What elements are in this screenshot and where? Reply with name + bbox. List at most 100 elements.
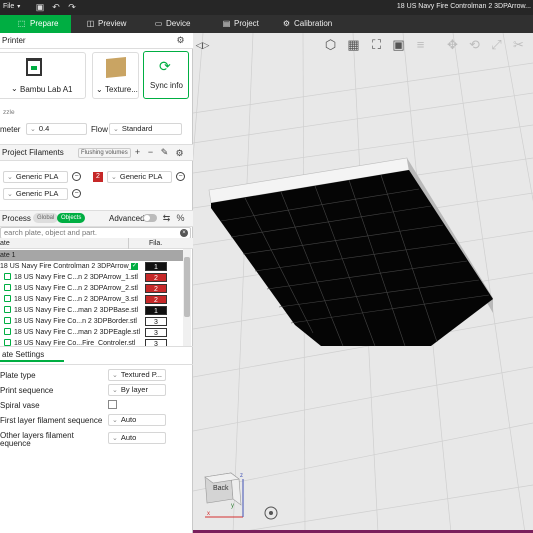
- flushing-volumes-button[interactable]: Flushing volumes: [78, 148, 131, 158]
- chevron-down-icon: ⌄: [111, 174, 117, 181]
- object-row[interactable]: 18 US Navy Fire C...n 2 3DPArrow_2.stl 2: [0, 283, 183, 294]
- tab-device[interactable]: ▭ Device: [150, 15, 210, 33]
- scale-icon[interactable]: ⤢: [487, 36, 506, 54]
- rotate-icon[interactable]: ⟲: [465, 36, 484, 54]
- percent-icon[interactable]: %: [176, 214, 185, 223]
- printer-icon: [26, 58, 42, 76]
- add-filament-icon[interactable]: +: [133, 148, 142, 157]
- filament-3-select[interactable]: ⌄ Generic PLA: [3, 188, 68, 200]
- divider: [0, 364, 193, 365]
- 3d-viewport[interactable]: Back x z y ◁▷ ⬡ ▦ ⛶ ▣ ≡ ✥ ⟲ ⤢ ✂: [193, 33, 533, 533]
- clear-search-icon[interactable]: ×: [180, 229, 188, 237]
- object-list-header: ate Fila.: [0, 238, 193, 249]
- nav-cube-back-label: Back: [213, 485, 229, 492]
- tab-calibration[interactable]: ⚙ Calibration: [278, 15, 358, 33]
- process-objects-toggle[interactable]: Objects: [57, 213, 86, 223]
- plate-row[interactable]: ate 1: [0, 250, 183, 261]
- filament-index-badge[interactable]: 3: [145, 339, 167, 346]
- col-fila-header[interactable]: Fila.: [149, 238, 162, 249]
- divider: [0, 48, 193, 49]
- redo-icon[interactable]: ↷: [66, 2, 78, 13]
- plate-type-label: Plate type: [0, 371, 36, 380]
- object-row[interactable]: 18 US Navy Fire C...n 2 3DPArrow_1.stl 2: [0, 272, 183, 283]
- add-cube-icon[interactable]: ⬡: [321, 36, 340, 54]
- advanced-toggle[interactable]: [143, 214, 157, 222]
- filament-index-badge[interactable]: 3: [145, 328, 167, 337]
- diameter-select[interactable]: ⌄ 0.4: [26, 123, 87, 135]
- printer-settings-gear-icon[interactable]: ⚙: [176, 36, 185, 45]
- filament-2-remove-icon[interactable]: −: [176, 172, 185, 181]
- edit-filament-icon[interactable]: ✎: [160, 148, 169, 157]
- chevron-down-icon: ⌄: [7, 174, 13, 181]
- object-list-scrollbar[interactable]: [183, 249, 191, 346]
- project-icon: ▤: [222, 19, 231, 28]
- filament-index-badge[interactable]: 2: [145, 284, 167, 293]
- file-menu[interactable]: File: [3, 3, 20, 10]
- object-row[interactable]: 18 US Navy Fire Co...n 2 3DPBorder.stl 3: [0, 316, 183, 327]
- preview-icon: ◫: [86, 19, 95, 28]
- flow-select[interactable]: ⌄ Standard: [109, 123, 182, 135]
- tab-preview[interactable]: ◫ Preview: [82, 15, 142, 33]
- arrange-grid-icon[interactable]: ▦: [344, 36, 363, 54]
- process-global-toggle[interactable]: Global: [33, 213, 59, 223]
- filament-2-select[interactable]: ⌄ Generic PLA: [107, 171, 172, 183]
- compare-icon[interactable]: ⇆: [162, 214, 171, 223]
- filament-1-remove-icon[interactable]: −: [72, 172, 81, 181]
- save-icon[interactable]: ▣: [34, 2, 46, 13]
- chevron-down-icon: ⌄: [7, 191, 13, 198]
- filament-index-badge[interactable]: 2: [145, 273, 167, 282]
- filament-settings-gear-icon[interactable]: ⚙: [175, 149, 184, 158]
- filament-3-remove-icon[interactable]: −: [72, 189, 81, 198]
- remove-filament-icon[interactable]: −: [146, 148, 155, 157]
- sync-info-button[interactable]: ⟳ Sync info: [143, 51, 189, 99]
- object-row[interactable]: 18 US Navy Fire Co...Fire_Controler.stl 3: [0, 338, 183, 346]
- printer-name: Bambu Lab A1: [20, 85, 73, 94]
- filament-index-badge[interactable]: 3: [145, 317, 167, 326]
- object-row-label: 18 US Navy Fire Controlman 2 3DPArrow_1: [0, 261, 140, 272]
- plate-settings-header[interactable]: ate Settings: [0, 347, 64, 362]
- plate-type-value: Textured P...: [120, 370, 163, 379]
- first-layer-sequence-value: Auto: [120, 415, 137, 424]
- plate-card[interactable]: ⌄ Texture...: [92, 52, 139, 99]
- filament-index-badge[interactable]: 1: [145, 262, 167, 271]
- chevron-down-icon: ⌄: [112, 417, 118, 424]
- object-row-label: 18 US Navy Fire C...n 2 3DPArrow_2.stl: [0, 283, 140, 294]
- navigation-cube[interactable]: [204, 472, 244, 518]
- tab-prepare[interactable]: ⬚ Prepare: [0, 15, 71, 33]
- filaments-header-label: Project Filaments: [2, 148, 64, 157]
- camera-reset-icon[interactable]: [264, 506, 278, 520]
- filament-2-color-badge[interactable]: 2: [93, 172, 103, 182]
- printer-card[interactable]: ⌄ Bambu Lab A1: [0, 52, 86, 99]
- orient-icon[interactable]: ⛶: [367, 36, 386, 54]
- filament-index-badge[interactable]: 1: [145, 306, 167, 315]
- object-row-label: 18 US Navy Fire Co...n 2 3DPBorder.stl: [0, 316, 140, 327]
- plate-type-select[interactable]: ⌄ Textured P...: [108, 369, 166, 381]
- flow-label: Flow: [91, 125, 108, 134]
- spiral-vase-checkbox[interactable]: [108, 400, 117, 409]
- object-name: 18 US Navy Fire C...man 2 3DPBase.stl: [14, 307, 139, 314]
- left-sidebar: Printer ⚙ ⌄ Bambu Lab A1 ⌄ Texture... ⟳ …: [0, 33, 193, 533]
- filament-1-select[interactable]: ⌄ Generic PLA: [3, 171, 68, 183]
- object-row[interactable]: 18 US Navy Fire C...n 2 3DPArrow_3.stl 2: [0, 294, 183, 305]
- layers-icon[interactable]: ≡: [411, 36, 430, 54]
- visibility-check-icon[interactable]: ✓: [131, 263, 138, 270]
- object-row[interactable]: 18 US Navy Fire C...man 2 3DPBase.stl 1: [0, 305, 183, 316]
- collapse-sidebar-icon[interactable]: ◁▷: [193, 36, 212, 54]
- first-layer-sequence-select[interactable]: ⌄ Auto: [108, 414, 166, 426]
- col-name-header[interactable]: ate: [0, 238, 10, 249]
- object-row[interactable]: 18 US Navy Fire Controlman 2 3DPArrow_1 ✓…: [0, 261, 183, 272]
- tab-project-label: Project: [234, 19, 259, 28]
- tab-project[interactable]: ▤ Project: [218, 15, 278, 33]
- undo-icon[interactable]: ↶: [50, 2, 62, 13]
- print-sequence-value: By layer: [120, 385, 148, 394]
- object-row-label: 18 US Navy Fire C...n 2 3DPArrow_1.stl: [0, 272, 140, 283]
- print-sequence-select[interactable]: ⌄ By layer: [108, 384, 166, 396]
- filament-index-badge[interactable]: 2: [145, 295, 167, 304]
- cut-icon[interactable]: ✂: [509, 36, 528, 54]
- filament-2-name: Generic PLA: [119, 172, 163, 181]
- move-icon[interactable]: ✥: [443, 36, 462, 54]
- diameter-value: 0.4: [38, 124, 50, 133]
- plate-icon[interactable]: ▣: [389, 36, 408, 54]
- object-row[interactable]: 18 US Navy Fire C...man 2 3DPEagle.stl 3: [0, 327, 183, 338]
- other-layers-sequence-select[interactable]: ⌄ Auto: [108, 432, 166, 444]
